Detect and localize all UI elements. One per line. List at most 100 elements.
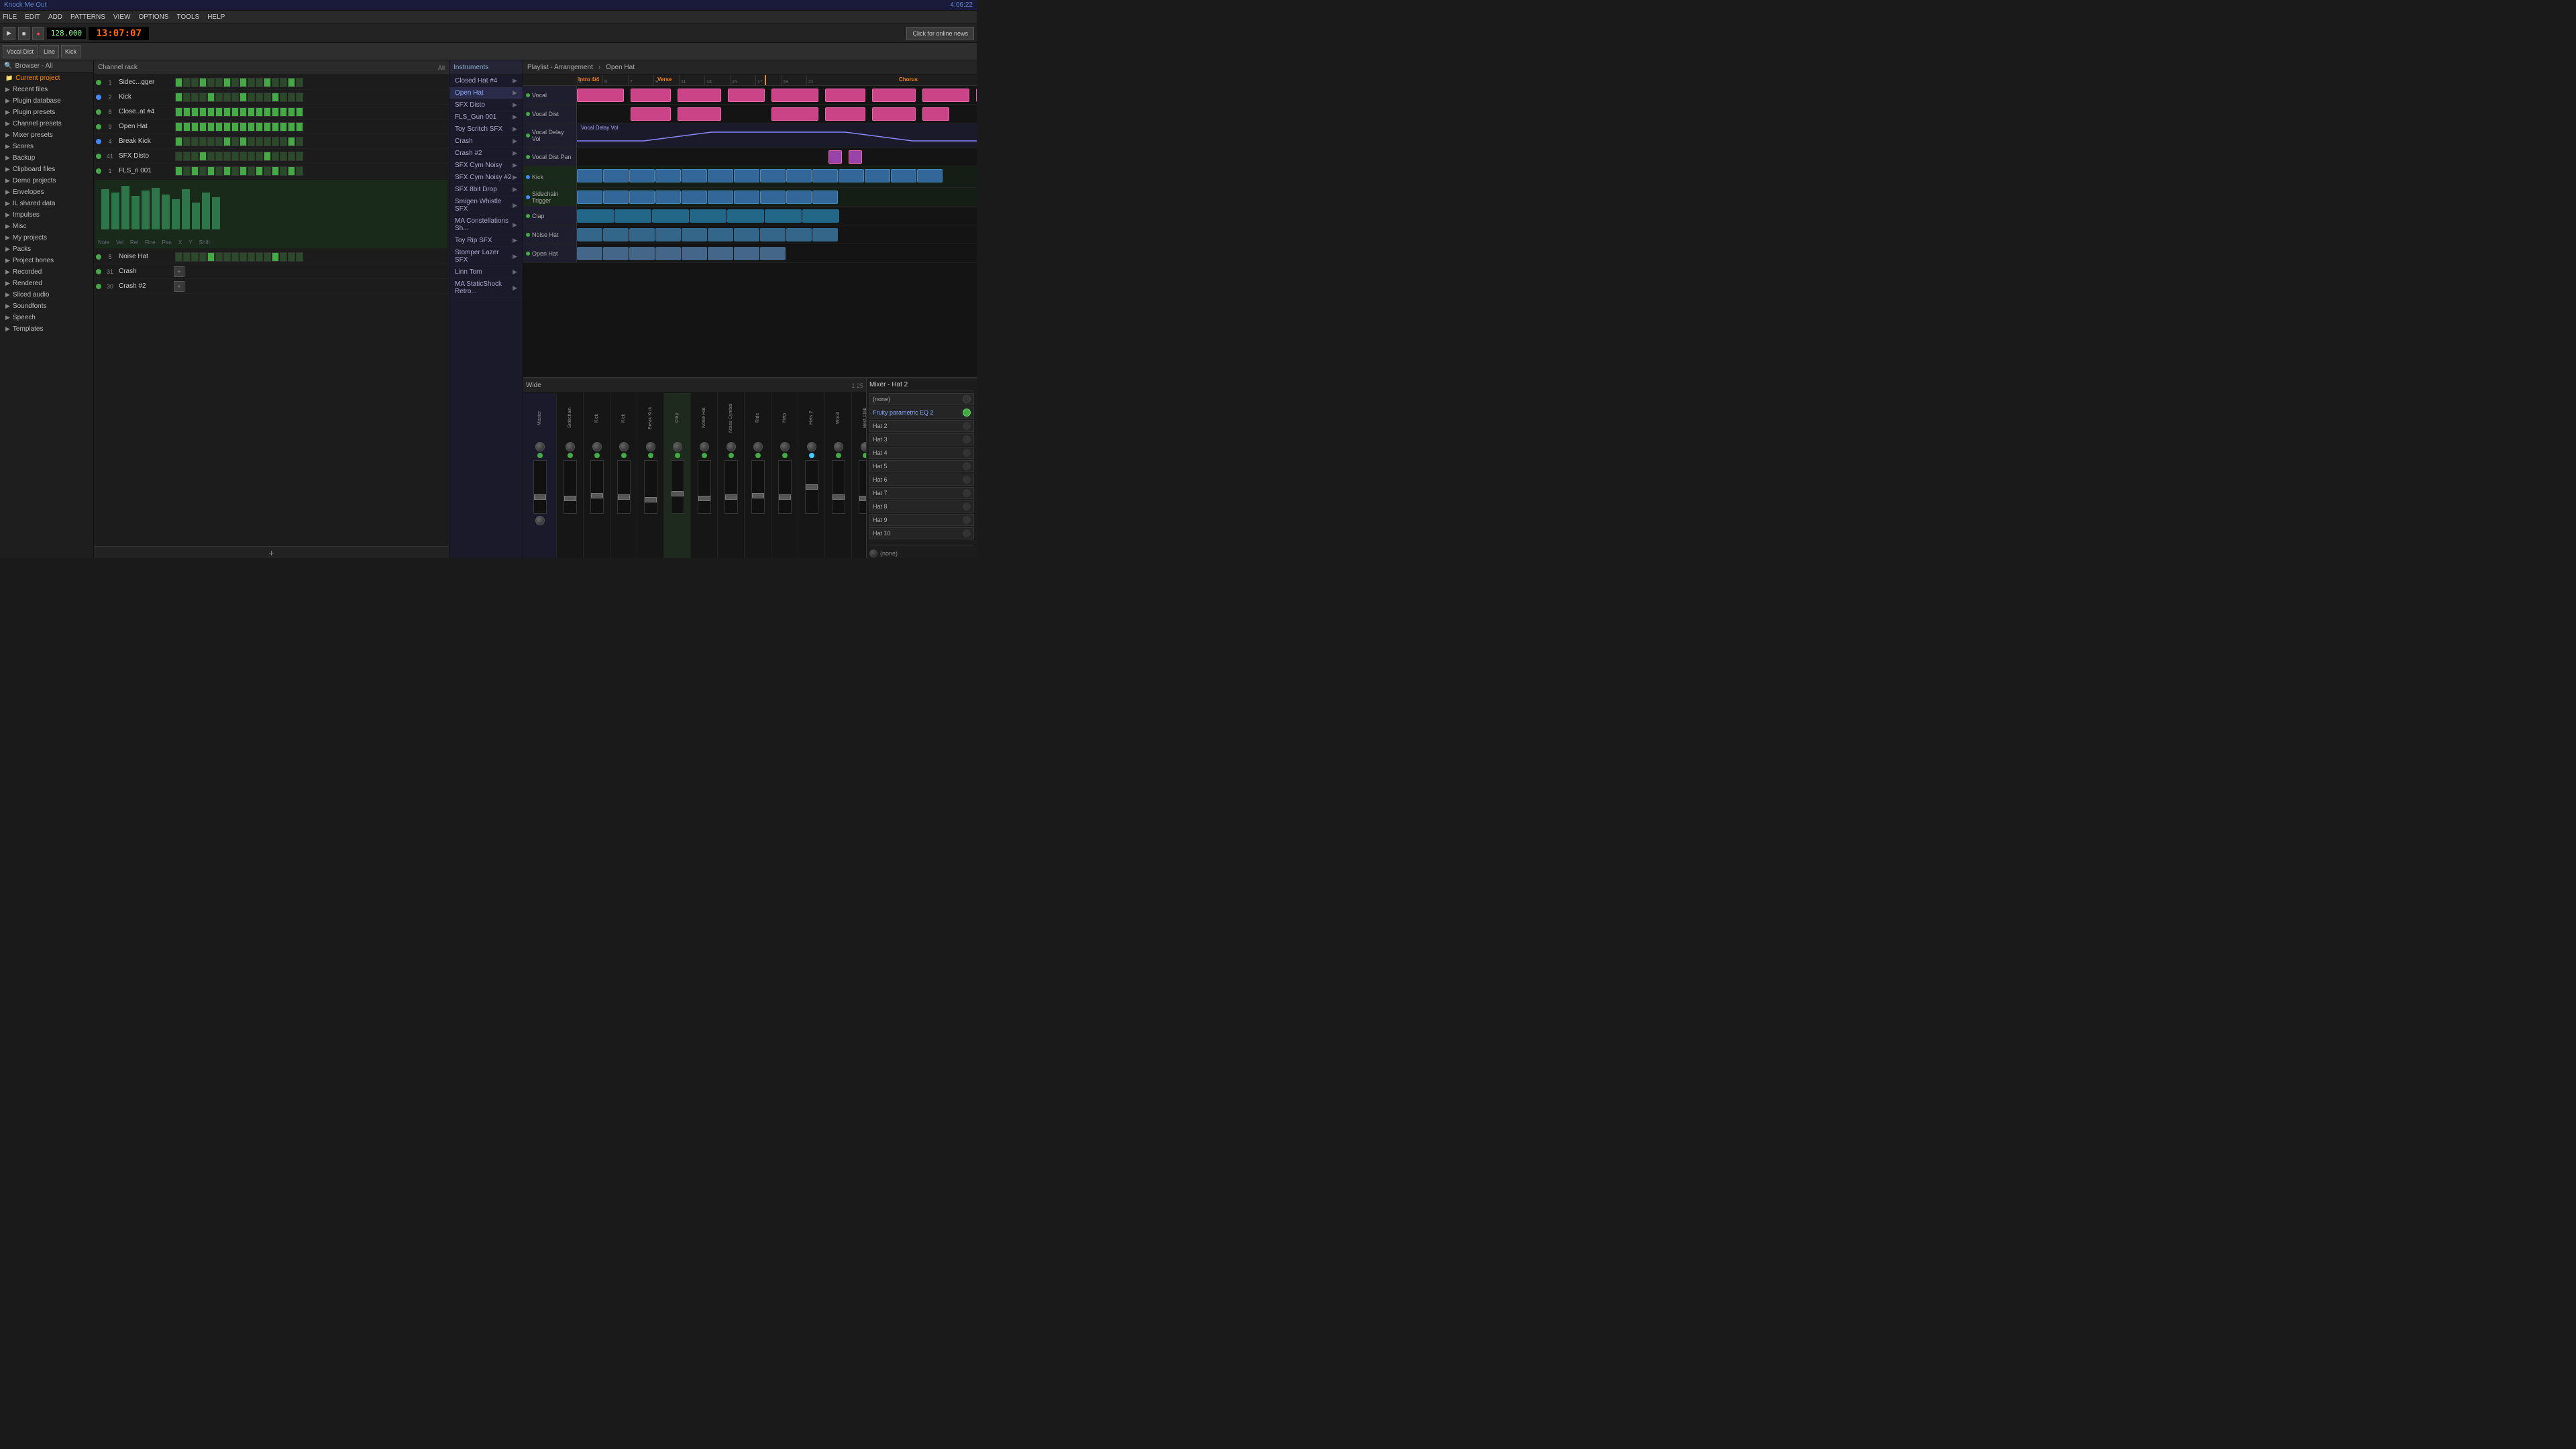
mx-fader-container-hats2[interactable] bbox=[805, 460, 818, 514]
inst-fls-gun[interactable]: FLS_Gun 001 ▶ bbox=[449, 111, 523, 123]
clip[interactable] bbox=[771, 107, 818, 121]
sidebar-item-soundfonts[interactable]: ▶ Soundfonts bbox=[0, 301, 93, 312]
step[interactable] bbox=[183, 78, 191, 87]
menu-patterns[interactable]: PATTERNS bbox=[70, 13, 105, 21]
step[interactable] bbox=[256, 122, 263, 131]
clip[interactable] bbox=[760, 228, 786, 241]
step[interactable] bbox=[264, 252, 271, 262]
fx-slot-toggle-8[interactable] bbox=[963, 502, 971, 511]
vocal-dist-btn[interactable]: Vocal Dist bbox=[3, 45, 38, 58]
track-content-vocal-delay-vol[interactable]: Vocal Delay Vol bbox=[577, 123, 977, 147]
clip[interactable] bbox=[655, 191, 681, 204]
track-content-vocal[interactable] bbox=[577, 86, 977, 104]
track-content-noise-hat[interactable] bbox=[577, 225, 977, 244]
step[interactable] bbox=[288, 137, 295, 146]
step[interactable] bbox=[207, 152, 215, 161]
step[interactable] bbox=[280, 252, 287, 262]
sidebar-item-scores[interactable]: ▶ Scores bbox=[0, 141, 93, 152]
mx-fader-wood[interactable] bbox=[833, 494, 845, 500]
line-mode-btn[interactable]: Line bbox=[40, 45, 59, 58]
channel-name-3[interactable]: Open Hat bbox=[119, 123, 172, 130]
step[interactable] bbox=[223, 152, 231, 161]
menu-add[interactable]: ADD bbox=[48, 13, 62, 21]
clip[interactable] bbox=[812, 228, 838, 241]
mx-fader-container-noise-cymbal[interactable] bbox=[724, 460, 738, 514]
sidebar-item-plugin-database[interactable]: ▶ Plugin database bbox=[0, 95, 93, 107]
step[interactable] bbox=[288, 93, 295, 102]
step[interactable] bbox=[248, 107, 255, 117]
crash2-add-btn[interactable]: + bbox=[174, 281, 184, 292]
clip[interactable] bbox=[629, 191, 655, 204]
step[interactable] bbox=[223, 122, 231, 131]
mx-fader-container-wood[interactable] bbox=[832, 460, 845, 514]
step[interactable] bbox=[199, 137, 207, 146]
step[interactable] bbox=[288, 78, 295, 87]
channel-name-crash[interactable]: Crash bbox=[119, 268, 172, 275]
clip[interactable] bbox=[812, 169, 838, 182]
fx-slot-toggle-0[interactable] bbox=[963, 395, 971, 403]
mx-fader-container-master[interactable] bbox=[533, 460, 547, 514]
step[interactable] bbox=[175, 166, 182, 176]
mx-knob-noise-cymbal[interactable] bbox=[727, 442, 736, 451]
step[interactable] bbox=[248, 152, 255, 161]
clip[interactable] bbox=[760, 169, 786, 182]
step[interactable] bbox=[191, 122, 199, 131]
step[interactable] bbox=[215, 137, 223, 146]
step[interactable] bbox=[183, 122, 191, 131]
step[interactable] bbox=[183, 137, 191, 146]
fx-slot-0[interactable]: (none) bbox=[869, 393, 974, 405]
clip[interactable] bbox=[629, 228, 655, 241]
add-channel-btn[interactable]: + bbox=[94, 546, 449, 558]
mx-fader-kick2[interactable] bbox=[618, 494, 630, 500]
step[interactable] bbox=[215, 107, 223, 117]
mx-led-noise-hat[interactable] bbox=[702, 453, 707, 458]
clip[interactable] bbox=[678, 107, 721, 121]
sidebar-item-mixer-presets[interactable]: ▶ Mixer presets bbox=[0, 129, 93, 141]
step[interactable] bbox=[191, 252, 199, 262]
record-button[interactable]: ● bbox=[32, 27, 44, 40]
step[interactable] bbox=[215, 122, 223, 131]
channel-name-1[interactable]: Kick bbox=[119, 93, 172, 101]
step[interactable] bbox=[288, 152, 295, 161]
step[interactable] bbox=[280, 107, 287, 117]
fx-slot-1[interactable]: Fruity parametric EQ 2 bbox=[869, 407, 974, 419]
inst-sfx-disto[interactable]: SFX Disto ▶ bbox=[449, 99, 523, 111]
step[interactable] bbox=[272, 252, 279, 262]
mx-led-break-kick[interactable] bbox=[648, 453, 653, 458]
inst-crash[interactable]: Crash ▶ bbox=[449, 136, 523, 148]
sidebar-item-speech[interactable]: ▶ Speech bbox=[0, 312, 93, 323]
mx-knob-wood[interactable] bbox=[834, 442, 843, 451]
step[interactable] bbox=[175, 252, 182, 262]
clip[interactable] bbox=[629, 169, 655, 182]
clip[interactable] bbox=[652, 209, 689, 223]
clip[interactable] bbox=[976, 89, 977, 102]
play-button[interactable]: ▶ bbox=[3, 27, 15, 40]
step[interactable] bbox=[296, 78, 303, 87]
clip[interactable] bbox=[734, 191, 759, 204]
fx-slot-toggle-1[interactable] bbox=[963, 409, 971, 417]
step[interactable] bbox=[256, 93, 263, 102]
clip[interactable] bbox=[734, 247, 759, 260]
step[interactable] bbox=[248, 166, 255, 176]
mx-fader-container-best-clap[interactable] bbox=[859, 460, 867, 514]
clip[interactable] bbox=[828, 150, 842, 164]
mx-fader-container-kick1[interactable] bbox=[590, 460, 604, 514]
clip[interactable] bbox=[728, 89, 765, 102]
sidebar-item-current-project[interactable]: 📁 Current project bbox=[0, 72, 93, 84]
online-news-btn[interactable]: Click for online news bbox=[906, 27, 974, 40]
track-led-noise-hat[interactable] bbox=[526, 233, 530, 237]
step[interactable] bbox=[272, 107, 279, 117]
clip[interactable] bbox=[631, 89, 671, 102]
mx-fader-container-kick2[interactable] bbox=[617, 460, 631, 514]
step[interactable] bbox=[223, 137, 231, 146]
step[interactable] bbox=[191, 152, 199, 161]
clip[interactable] bbox=[917, 169, 943, 182]
step[interactable] bbox=[256, 137, 263, 146]
step[interactable] bbox=[231, 252, 239, 262]
menu-tools[interactable]: TOOLS bbox=[176, 13, 199, 21]
clip[interactable] bbox=[655, 247, 681, 260]
fx-slot-10[interactable]: Hat 10 bbox=[869, 527, 974, 539]
step[interactable] bbox=[207, 93, 215, 102]
fx-slot-5[interactable]: Hat 5 bbox=[869, 460, 974, 472]
track-led-sidechain[interactable] bbox=[526, 195, 530, 199]
